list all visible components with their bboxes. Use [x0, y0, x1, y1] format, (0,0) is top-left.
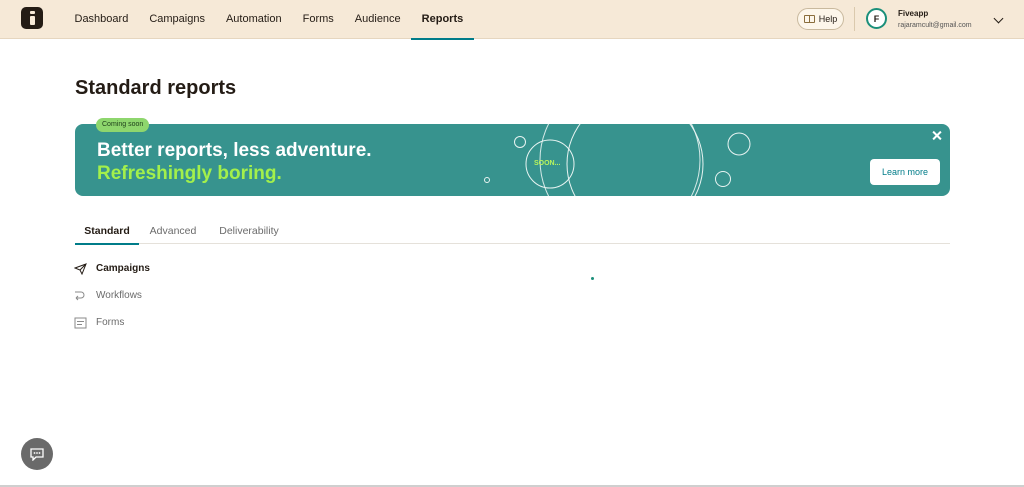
- close-icon[interactable]: [931, 130, 943, 142]
- tab-advanced[interactable]: Advanced: [147, 219, 199, 244]
- chat-support-button[interactable]: [21, 438, 53, 470]
- form-icon: [74, 316, 87, 329]
- nav-item-campaigns[interactable]: Campaigns: [139, 0, 216, 39]
- send-icon: [73, 262, 87, 276]
- top-navigation-bar: Dashboard Campaigns Automation Forms Aud…: [0, 0, 1024, 40]
- nav-divider: [854, 7, 855, 31]
- help-label: Help: [818, 14, 838, 24]
- nav-item-automation[interactable]: Automation: [215, 0, 292, 39]
- report-item-label: Workflows: [96, 289, 142, 301]
- nav-item-reports[interactable]: Reports: [411, 0, 474, 40]
- account-name: Fiveapp: [898, 9, 929, 18]
- avatar[interactable]: F: [866, 8, 887, 29]
- report-tabs: Standard Advanced Deliverability: [75, 219, 950, 245]
- app-logo-icon[interactable]: [21, 7, 43, 29]
- coming-soon-badge: Coming soon: [96, 118, 150, 132]
- report-item-campaigns[interactable]: Campaigns: [73, 261, 150, 276]
- tab-deliverability[interactable]: Deliverability: [215, 219, 283, 244]
- workflow-icon: [74, 289, 87, 301]
- page-title: Standard reports: [75, 77, 237, 99]
- help-button[interactable]: Help: [797, 8, 844, 30]
- nav-item-dashboard[interactable]: Dashboard: [64, 0, 139, 39]
- promo-banner: Better reports, less adventure. Refreshi…: [75, 124, 950, 196]
- nav-item-forms[interactable]: Forms: [292, 0, 344, 39]
- chat-icon: [30, 447, 44, 461]
- main-nav: Dashboard Campaigns Automation Forms Aud…: [64, 0, 474, 40]
- tab-standard[interactable]: Standard: [75, 219, 139, 245]
- chevron-down-icon[interactable]: [993, 13, 1004, 24]
- report-item-forms[interactable]: Forms: [74, 315, 124, 329]
- loading-indicator: [591, 277, 594, 280]
- banner-headline: Better reports, less adventure.: [97, 140, 372, 161]
- banner-soon-label: SOON...: [534, 160, 561, 167]
- report-item-workflows[interactable]: Workflows: [74, 288, 142, 302]
- report-item-label: Forms: [96, 316, 125, 328]
- banner-subheadline: Refreshingly boring.: [97, 163, 282, 184]
- learn-more-button[interactable]: Learn more: [870, 159, 940, 185]
- account-email: rajaramcult@gmail.com: [898, 22, 972, 29]
- book-icon: [803, 15, 815, 23]
- nav-item-audience[interactable]: Audience: [344, 0, 411, 39]
- report-item-label: Campaigns: [96, 262, 150, 274]
